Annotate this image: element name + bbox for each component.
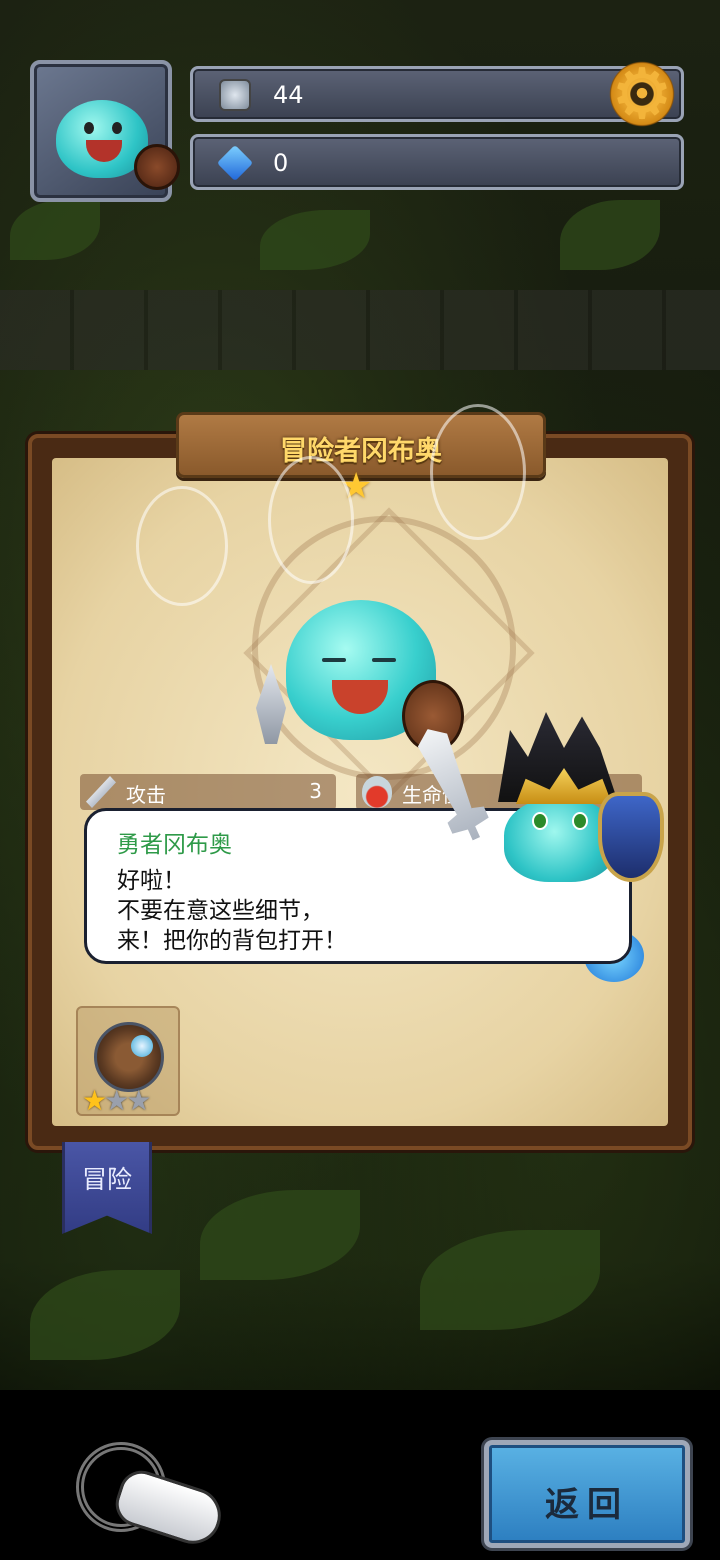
equipment-slot[interactable]: ★★★ [76, 1006, 180, 1117]
return-button[interactable]: 返回 [484, 1440, 690, 1548]
mouth-icon [332, 680, 388, 714]
knight-slime-portrait [486, 712, 670, 884]
star-empty-icon: ★ [104, 1084, 129, 1117]
gem-counter: 0 [190, 134, 684, 190]
silver-coin-icon [219, 79, 251, 111]
eye-icon [532, 812, 548, 830]
dialog-line: 不要在意这些细节， [117, 898, 324, 924]
shield-icon [134, 144, 180, 190]
attack-stat: 攻击 3 [80, 774, 336, 810]
dialog-speaker: 勇者冈布奥 [117, 832, 232, 858]
gem-count: 0 [273, 149, 289, 177]
glow-ring [430, 404, 526, 540]
star-filled-icon: ★ [82, 1084, 107, 1117]
player-avatar[interactable] [30, 60, 180, 202]
glow-ring [136, 486, 228, 606]
eye-icon [572, 812, 588, 830]
glow-ring [268, 456, 354, 584]
blue-gem-icon [216, 144, 254, 182]
dialog-line: 来！把你的背包打开！ [117, 928, 347, 954]
blue-shield-icon [598, 792, 664, 882]
mouth-icon [86, 140, 122, 162]
pointing-hand-icon [109, 1464, 229, 1552]
return-button-label: 返回 [545, 1485, 629, 1525]
item-star-rating: ★★★ [82, 1084, 178, 1117]
stone-wall [0, 290, 720, 370]
spyglass-icon [94, 1022, 164, 1092]
gear-icon[interactable]: ⚙ [606, 58, 678, 130]
tap-hint [72, 1440, 229, 1552]
eye-icon [84, 122, 94, 134]
dialog-line: 好啦！ [117, 868, 186, 894]
star-empty-icon: ★ [126, 1084, 151, 1117]
closed-eye-icon [322, 658, 346, 662]
eye-icon [112, 122, 122, 134]
sword-icon [86, 776, 116, 808]
stat-label: 攻击 [126, 783, 166, 807]
coin-count: 44 [273, 81, 304, 109]
closed-eye-icon [372, 658, 396, 662]
stat-value: 3 [309, 779, 322, 803]
tab-adventure-label: 冒险 [81, 1165, 132, 1194]
potion-icon [362, 776, 392, 808]
